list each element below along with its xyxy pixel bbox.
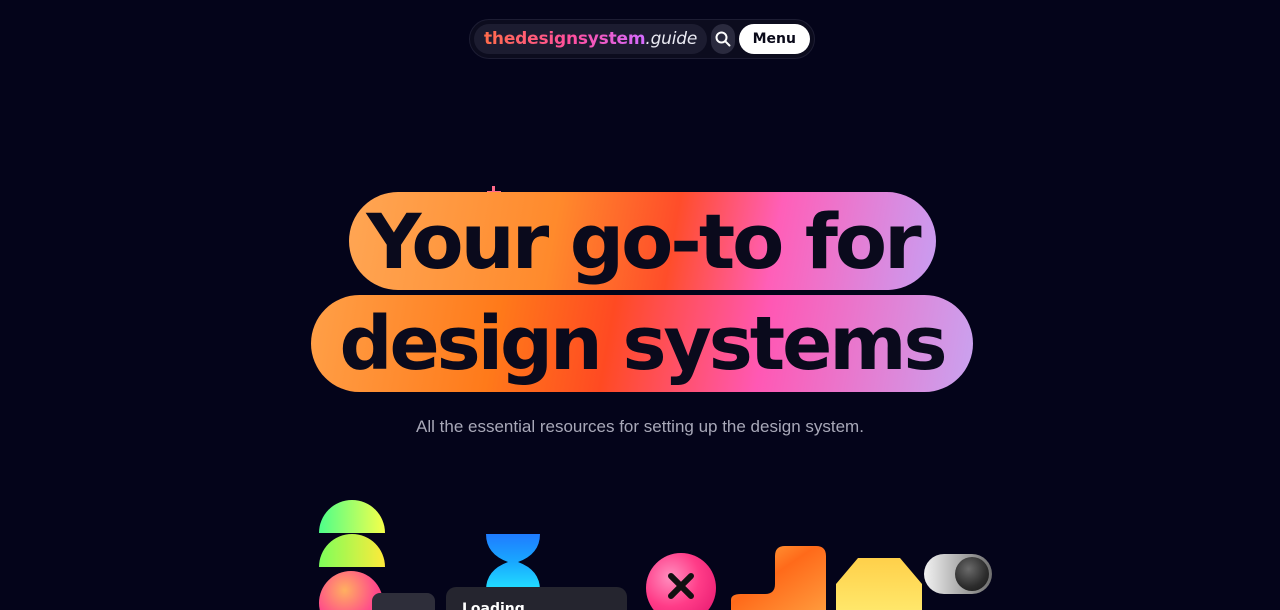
hero-subtitle: All the essential resources for setting … — [416, 417, 864, 436]
brand-logo-link[interactable]: thedesignsystem .guide — [474, 24, 708, 54]
hourglass-shape — [486, 534, 540, 590]
hero-headline-line-2: design systems — [311, 295, 973, 392]
menu-button[interactable]: Menu — [738, 24, 810, 54]
step-block-shape — [731, 546, 826, 610]
search-button[interactable] — [711, 24, 735, 54]
search-icon — [715, 31, 731, 47]
loading-card: Loading — [446, 587, 627, 610]
page: thedesignsystem .guide Menu Your go-to fo… — [0, 0, 1280, 610]
toggle-switch-shape — [924, 554, 992, 594]
close-button-shape — [646, 553, 716, 610]
close-icon — [668, 573, 694, 599]
brand-name: thedesignsystem — [484, 29, 646, 49]
brand-suffix: .guide — [645, 29, 698, 49]
toggle-knob — [955, 557, 989, 591]
hero-headline-line-1: Your go-to for — [349, 192, 936, 290]
loading-card-label: Loading — [462, 601, 525, 610]
pentagon-shape — [836, 558, 922, 610]
top-nav: thedesignsystem .guide Menu — [469, 19, 815, 59]
dark-card-shape — [372, 593, 435, 610]
